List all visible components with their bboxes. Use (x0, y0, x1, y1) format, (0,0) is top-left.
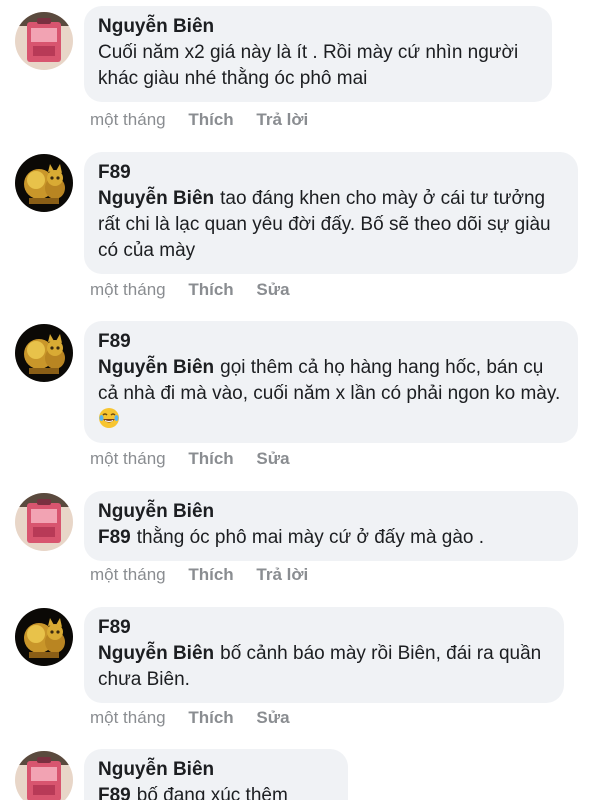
reply-button[interactable]: Trả lời (256, 565, 308, 584)
comment-author[interactable]: F89 (98, 615, 550, 641)
comment-bubble: Nguyễn Biên F89 thằng óc phô mai mày cứ ở… (84, 491, 578, 561)
comment-bubble: F89 Nguyễn Biên gọi thêm cả họ hàng hang … (84, 321, 578, 443)
avatar[interactable] (15, 751, 73, 800)
mention-tag[interactable]: F89 (98, 527, 131, 548)
avatar[interactable] (15, 12, 73, 70)
comment-body: thằng óc phô mai mày cứ ở đấy mà gào . (136, 527, 485, 548)
comment-author[interactable]: F89 (98, 160, 564, 186)
comment-actions: một tháng Thích Trả lời (90, 564, 326, 586)
comment-text: Cuối năm x2 giá này là ít . Rồi mày cứ n… (98, 40, 538, 92)
comment-bubble: F89 Nguyễn Biên tao đáng khen cho mày ở c… (84, 152, 578, 274)
comment-author[interactable]: Nguyễn Biên (98, 757, 334, 783)
reply-button[interactable]: Trả lời (256, 110, 308, 129)
comment-text: F89 thằng óc phô mai mày cứ ở đấy mà gào … (98, 525, 564, 551)
comment-text: F89 bố đang xúc thêm (98, 783, 334, 800)
laughing-tears-emoji-icon (99, 408, 119, 428)
golden-muscle-cat-icon (15, 154, 73, 212)
comment-time[interactable]: một tháng (90, 280, 166, 299)
comment-actions: một tháng Thích Sửa (90, 448, 308, 470)
comment-bubble: Nguyễn Biên F89 bố đang xúc thêm (84, 749, 348, 800)
comment-actions: một tháng Thích Trả lời (90, 109, 326, 131)
comment-time[interactable]: một tháng (90, 565, 166, 584)
mention-tag[interactable]: Nguyễn Biên (98, 643, 214, 664)
comment-text: Nguyễn Biên gọi thêm cả họ hàng hang hốc,… (98, 355, 564, 433)
mention-tag[interactable]: Nguyễn Biên (98, 188, 214, 209)
edit-button[interactable]: Sửa (256, 280, 289, 299)
avatar[interactable] (15, 493, 73, 551)
like-button[interactable]: Thích (188, 110, 233, 129)
avatar[interactable] (15, 324, 73, 382)
comment-time[interactable]: một tháng (90, 708, 166, 727)
like-button[interactable]: Thích (188, 280, 233, 299)
comment-text: Nguyễn Biên tao đáng khen cho mày ở cái t… (98, 186, 564, 264)
like-button[interactable]: Thích (188, 708, 233, 727)
like-button[interactable]: Thích (188, 449, 233, 468)
comment-author[interactable]: Nguyễn Biên (98, 499, 564, 525)
golden-muscle-cat-icon (15, 608, 73, 666)
edit-button[interactable]: Sửa (256, 708, 289, 727)
pink-bag-photo-icon (15, 493, 73, 551)
comment-time[interactable]: một tháng (90, 110, 166, 129)
comment-text: Nguyễn Biên bố cảnh báo mày rồi Biên, đái… (98, 641, 550, 693)
pink-bag-photo-icon (15, 751, 73, 800)
like-button[interactable]: Thích (188, 565, 233, 584)
comment-actions: một tháng Thích Sửa (90, 707, 308, 729)
comment-body: bố đang xúc thêm (136, 785, 288, 800)
mention-tag[interactable]: Nguyễn Biên (98, 357, 214, 378)
comment-bubble: Nguyễn Biên Cuối năm x2 giá này là ít . … (84, 6, 552, 102)
avatar[interactable] (15, 608, 73, 666)
comment-body: Cuối năm x2 giá này là ít . Rồi mày cứ n… (98, 42, 519, 89)
pink-bag-photo-icon (15, 12, 73, 70)
comment-actions: một tháng Thích Sửa (90, 279, 308, 301)
comment-time[interactable]: một tháng (90, 449, 166, 468)
golden-muscle-cat-icon (15, 324, 73, 382)
comment-author[interactable]: F89 (98, 329, 564, 355)
comment-author[interactable]: Nguyễn Biên (98, 14, 538, 40)
comment-thread: Nguyễn Biên Cuối năm x2 giá này là ít . … (0, 0, 600, 800)
avatar[interactable] (15, 154, 73, 212)
edit-button[interactable]: Sửa (256, 449, 289, 468)
comment-bubble: F89 Nguyễn Biên bố cảnh báo mày rồi Biên,… (84, 607, 564, 703)
mention-tag[interactable]: F89 (98, 785, 131, 800)
